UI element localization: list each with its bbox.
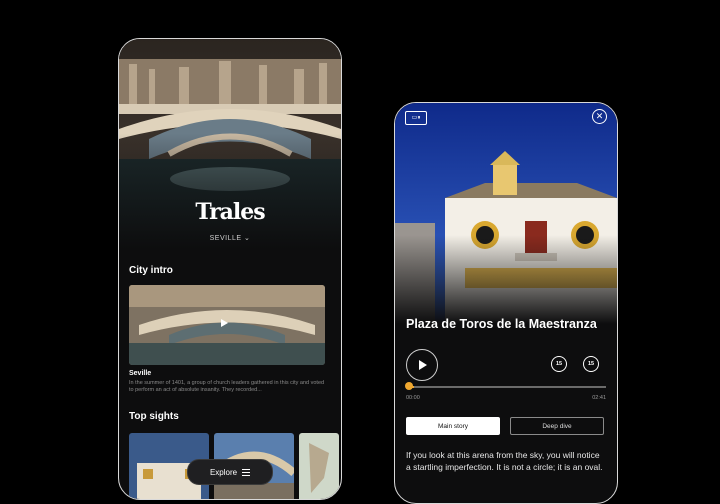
- intro-description: In the summer of 1401, a group of church…: [129, 380, 325, 393]
- explore-label: Explore: [209, 467, 238, 477]
- play-icon: [221, 319, 228, 327]
- city-intro-video[interactable]: [129, 285, 325, 365]
- rewind-15-icon[interactable]: 15: [551, 356, 567, 372]
- city-screen: Trales SEVILLE ⌄ City intro Seville In t…: [118, 38, 342, 500]
- rewind-15-label: 15: [555, 361, 563, 367]
- chevron-down-icon: ⌄: [244, 235, 251, 242]
- progress-handle[interactable]: [405, 382, 413, 390]
- city-intro-heading: City intro: [129, 265, 173, 276]
- close-icon[interactable]: ✕: [592, 109, 607, 124]
- top-sights-heading: Top sights: [129, 411, 179, 422]
- play-button[interactable]: [406, 349, 438, 381]
- time-total: 02:41: [592, 395, 606, 401]
- sight-thumbnail: [299, 433, 339, 499]
- place-title: Plaza de Toros de la Maestranza: [406, 317, 597, 331]
- audio-story-screen: ▭⏸ ✕ Plaza de Toros de la Maestranza 15 …: [394, 102, 618, 504]
- intro-video-title: Seville: [129, 370, 152, 377]
- explore-button[interactable]: Explore: [187, 459, 273, 485]
- city-selector[interactable]: SEVILLE ⌄: [119, 234, 341, 242]
- app-logo: Trales: [195, 199, 265, 225]
- forward-15-icon[interactable]: 15: [583, 356, 599, 372]
- forward-15-label: 15: [587, 361, 595, 367]
- city-selector-label: SEVILLE: [209, 235, 242, 242]
- audio-progress-bar[interactable]: [410, 386, 606, 388]
- tab-deep-dive[interactable]: Deep dive: [510, 417, 604, 435]
- menu-icon: [242, 468, 251, 476]
- story-transcript: If you look at this arena from the sky, …: [406, 450, 603, 472]
- time-current: 00:00: [406, 395, 420, 401]
- picture-in-picture-icon[interactable]: ▭⏸: [405, 111, 427, 125]
- tab-main-story[interactable]: Main story: [406, 417, 500, 435]
- plaza-de-toros-image: [395, 103, 617, 343]
- sight-card[interactable]: [299, 433, 339, 499]
